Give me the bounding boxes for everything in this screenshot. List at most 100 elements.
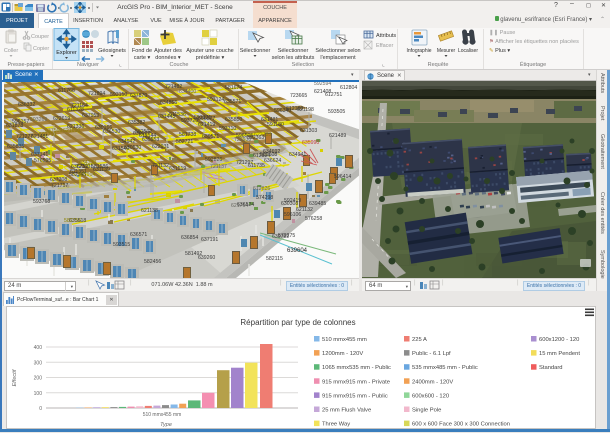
svg-text:582721: 582721 [176,139,193,145]
svg-text:593310: 593310 [219,126,236,132]
svg-text:635571: 635571 [224,99,241,105]
svg-text:25 mm Flush Valve: 25 mm Flush Valve [322,408,371,414]
svg-text:Localiser: Localiser [458,48,478,54]
svg-text:582115: 582115 [266,256,283,262]
svg-text:612804: 612804 [340,85,357,91]
svg-text:721137: 721137 [210,164,227,170]
svg-text:300: 300 [34,360,43,366]
svg-text:635990: 635990 [302,140,319,146]
svg-text:510 mmx455 mm: 510 mmx455 mm [143,412,182,418]
svg-text:Sélectionner selon: Sélectionner selon [315,48,360,54]
svg-text:635850: 635850 [225,117,242,123]
svg-text:622931: 622931 [152,144,169,150]
svg-text:631540: 631540 [112,146,129,152]
svg-text:l'emplacement: l'emplacement [320,55,356,61]
svg-text:622619: 622619 [53,116,70,122]
svg-text:721717: 721717 [51,183,68,189]
svg-text:636759: 636759 [71,164,88,170]
svg-text:600x1200 - 120: 600x1200 - 120 [539,337,579,343]
svg-text:636854: 636854 [181,235,198,241]
svg-text:721894: 721894 [88,91,105,97]
svg-text:Mesurer: Mesurer [437,48,456,54]
svg-text:576258: 576258 [305,216,322,222]
svg-text:611768: 611768 [58,88,75,94]
svg-text:593124: 593124 [207,97,224,103]
svg-text:581674: 581674 [225,85,242,91]
svg-text:721132: 721132 [152,163,169,169]
svg-text:2400mm - 120V: 2400mm - 120V [412,379,453,385]
svg-text:Type: Type [160,422,172,428]
svg-text:631303: 631303 [300,128,317,134]
svg-text:Copier: Copier [33,46,49,52]
svg-text:592419: 592419 [284,198,301,204]
svg-text:631139: 631139 [93,167,110,173]
svg-text:721277: 721277 [16,134,33,140]
svg-text:Ajouter une couche: Ajouter une couche [186,48,233,54]
svg-text:636624: 636624 [264,158,281,164]
svg-text:Three Way: Three Way [322,422,350,428]
svg-text:721482: 721482 [165,84,182,90]
svg-text:600x600 - 120: 600x600 - 120 [412,393,449,399]
svg-text:636524: 636524 [237,202,254,208]
svg-text:639166: 639166 [95,125,112,131]
svg-text:prédéfinie ▾: prédéfinie ▾ [196,55,225,61]
svg-text:581738: 581738 [179,132,196,138]
svg-text:639485: 639485 [309,201,326,207]
svg-text:634856: 634856 [160,100,177,106]
svg-text:Effectif: Effectif [12,369,18,386]
svg-text:0: 0 [39,406,42,412]
svg-text:Sélectionner: Sélectionner [240,48,271,54]
svg-text:637308: 637308 [50,177,67,183]
svg-text:630927: 630927 [133,131,150,137]
svg-text:Coller: Coller [4,48,19,54]
svg-text:592826: 592826 [205,157,222,163]
svg-text:593150: 593150 [110,92,127,98]
svg-text:634692: 634692 [263,149,280,155]
svg-text:621419: 621419 [198,122,215,128]
svg-text:593515: 593515 [113,242,130,248]
svg-text:400: 400 [34,345,43,351]
svg-text:612826: 612826 [253,186,270,192]
svg-text:1200mm - 120V: 1200mm - 120V [322,351,363,357]
svg-text:Géosignets: Géosignets [98,48,126,54]
svg-text:621132: 621132 [296,207,313,213]
svg-text:582456: 582456 [144,259,161,265]
svg-text:637959: 637959 [82,113,99,119]
svg-text:723938: 723938 [234,137,251,143]
svg-text:Couper: Couper [31,34,49,40]
svg-text:Fond de: Fond de [132,48,152,54]
svg-text:621336: 621336 [67,124,84,130]
svg-text:631519: 631519 [169,166,186,172]
svg-text:639604: 639604 [287,248,308,254]
svg-text:611536: 611536 [169,112,186,118]
svg-text:15 mm Pendent: 15 mm Pendent [539,351,580,357]
svg-text:915 mmx915 mm - Public: 915 mmx915 mm - Public [322,393,388,399]
svg-text:621198: 621198 [297,107,314,113]
svg-text:621138: 621138 [141,208,158,214]
svg-text:612751: 612751 [325,92,342,98]
svg-text:selon les attributs: selon les attributs [272,55,315,61]
svg-text:Sélectionner: Sélectionner [278,48,309,54]
svg-text:596340: 596340 [274,108,291,114]
svg-text:Single Pole: Single Pole [412,408,441,414]
svg-text:200: 200 [34,376,43,382]
svg-text:581492: 581492 [185,251,202,257]
svg-text:634942: 634942 [118,139,135,145]
svg-text:634941: 634941 [289,152,306,158]
svg-text:637191: 637191 [201,237,218,243]
svg-text:1065 mmx535 mm - Public: 1065 mmx535 mm - Public [322,365,391,371]
svg-text:581914: 581914 [78,172,95,178]
svg-text:635835: 635835 [7,144,24,150]
svg-text:535 mmx485 mm - Public: 535 mmx485 mm - Public [412,365,478,371]
svg-text:Effacer: Effacer [376,43,393,49]
svg-text:600 x 600 Face 300 x 300 Conne: 600 x 600 Face 300 x 300 Connection [412,422,510,428]
svg-text:Répartition par type de colonn: Répartition par type de colonnes [240,318,355,327]
svg-text:611735: 611735 [248,163,265,169]
svg-text:639571: 639571 [202,134,219,140]
svg-text:510 mmx455 mm: 510 mmx455 mm [322,337,367,343]
svg-text:637870: 637870 [130,93,147,99]
svg-text:Public - 6.1 Lpf: Public - 6.1 Lpf [412,351,451,357]
svg-text:721164: 721164 [71,103,88,109]
svg-text:574298: 574298 [256,195,273,201]
svg-text:621481: 621481 [31,134,48,140]
